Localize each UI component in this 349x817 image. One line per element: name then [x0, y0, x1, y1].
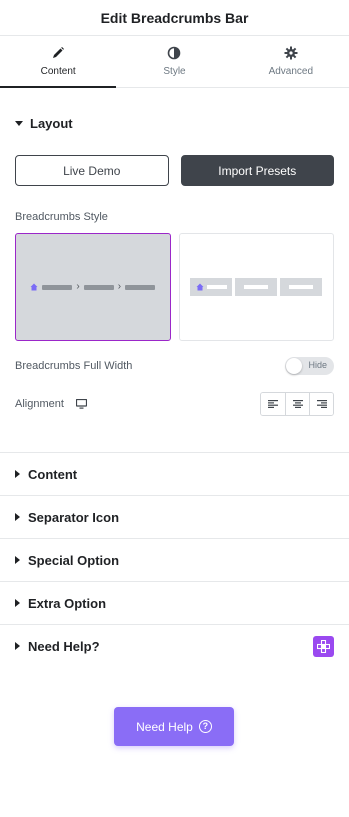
alignment-label-group: Alignment — [15, 398, 87, 410]
align-center-icon — [292, 400, 303, 408]
full-width-row: Breadcrumbs Full Width Hide — [0, 357, 349, 375]
section-separator-icon-toggle[interactable]: Separator Icon — [0, 495, 349, 538]
toggle-knob — [286, 358, 302, 374]
align-right-button[interactable] — [309, 393, 333, 415]
align-center-button[interactable] — [285, 393, 309, 415]
align-right-icon — [316, 400, 327, 408]
plugin-badge — [313, 635, 334, 657]
tab-style[interactable]: Style — [116, 36, 232, 87]
align-left-button[interactable] — [261, 393, 285, 415]
caret-right-icon — [15, 470, 20, 478]
alignment-label: Alignment — [15, 398, 64, 410]
preview-bar — [206, 285, 227, 289]
align-left-icon — [268, 400, 278, 408]
style-1-preview: › › — [30, 281, 156, 292]
tab-bar: Content Style Advanced — [0, 36, 349, 88]
preview-bar — [83, 284, 114, 290]
import-presets-button[interactable]: Import Presets — [180, 155, 334, 186]
preview-pill — [280, 278, 323, 296]
section-title: Extra Option — [28, 595, 107, 611]
layout-section-toggle[interactable]: Layout — [0, 88, 349, 158]
need-help-button[interactable]: Need Help ? — [114, 707, 234, 746]
alignment-control — [260, 392, 334, 416]
section-need-help-toggle[interactable]: Need Help? — [0, 624, 349, 667]
layout-actions: Live Demo Import Presets — [0, 155, 349, 186]
style-2-preview — [190, 278, 323, 296]
panel-title: Edit Breadcrumbs Bar — [100, 9, 249, 26]
preview-pill — [235, 278, 278, 296]
toggle-state-text: Hide — [308, 360, 327, 370]
section-title: Separator Icon — [28, 509, 120, 525]
puzzle-icon — [317, 639, 330, 653]
caret-right-icon — [15, 513, 20, 521]
tab-content-label: Content — [40, 66, 76, 77]
layout-section-title: Layout — [30, 115, 73, 131]
caret-down-icon — [15, 120, 23, 126]
preview-pill — [190, 278, 233, 296]
section-title: Need Help? — [28, 638, 100, 654]
tab-content[interactable]: Content — [0, 36, 117, 88]
full-width-label: Breadcrumbs Full Width — [15, 360, 133, 372]
caret-right-icon — [15, 599, 20, 607]
caret-right-icon — [15, 642, 20, 650]
section-special-option-toggle[interactable]: Special Option — [0, 538, 349, 581]
section-title: Content — [28, 466, 78, 482]
style-option-2[interactable] — [178, 233, 334, 341]
home-icon — [30, 283, 38, 291]
question-circle-icon: ? — [198, 720, 212, 733]
need-help-heading: Need Help? — [15, 639, 100, 654]
section-title: Special Option — [28, 552, 120, 568]
alignment-row: Alignment — [0, 392, 349, 416]
gear-icon — [284, 46, 298, 60]
preview-bar — [125, 284, 156, 290]
home-icon — [196, 283, 204, 291]
breadcrumbs-style-picker: › › — [0, 233, 349, 341]
half-circle-icon — [168, 46, 181, 60]
pencil-icon — [53, 47, 65, 58]
preview-bar — [42, 284, 73, 290]
preview-bar — [289, 285, 314, 289]
preview-bar — [244, 285, 269, 289]
collapsed-sections: Content Separator Icon Special Option Ex… — [0, 452, 349, 667]
tab-advanced-label: Advanced — [268, 66, 314, 77]
chevron-right-icon: › — [76, 281, 80, 292]
section-content-toggle[interactable]: Content — [0, 452, 349, 495]
breadcrumbs-style-label: Breadcrumbs Style — [15, 211, 108, 223]
section-extra-option-toggle[interactable]: Extra Option — [0, 581, 349, 624]
need-help-label: Need Help — [136, 719, 193, 734]
desktop-icon[interactable] — [75, 399, 87, 409]
live-demo-button[interactable]: Live Demo — [15, 155, 169, 186]
tab-advanced[interactable]: Advanced — [233, 36, 349, 87]
panel-header: Edit Breadcrumbs Bar — [0, 0, 349, 36]
tab-style-label: Style — [163, 66, 186, 77]
full-width-toggle[interactable]: Hide — [285, 357, 334, 375]
chevron-right-icon: › — [117, 281, 122, 292]
caret-right-icon — [15, 556, 20, 564]
style-option-1[interactable]: › › — [15, 233, 171, 341]
